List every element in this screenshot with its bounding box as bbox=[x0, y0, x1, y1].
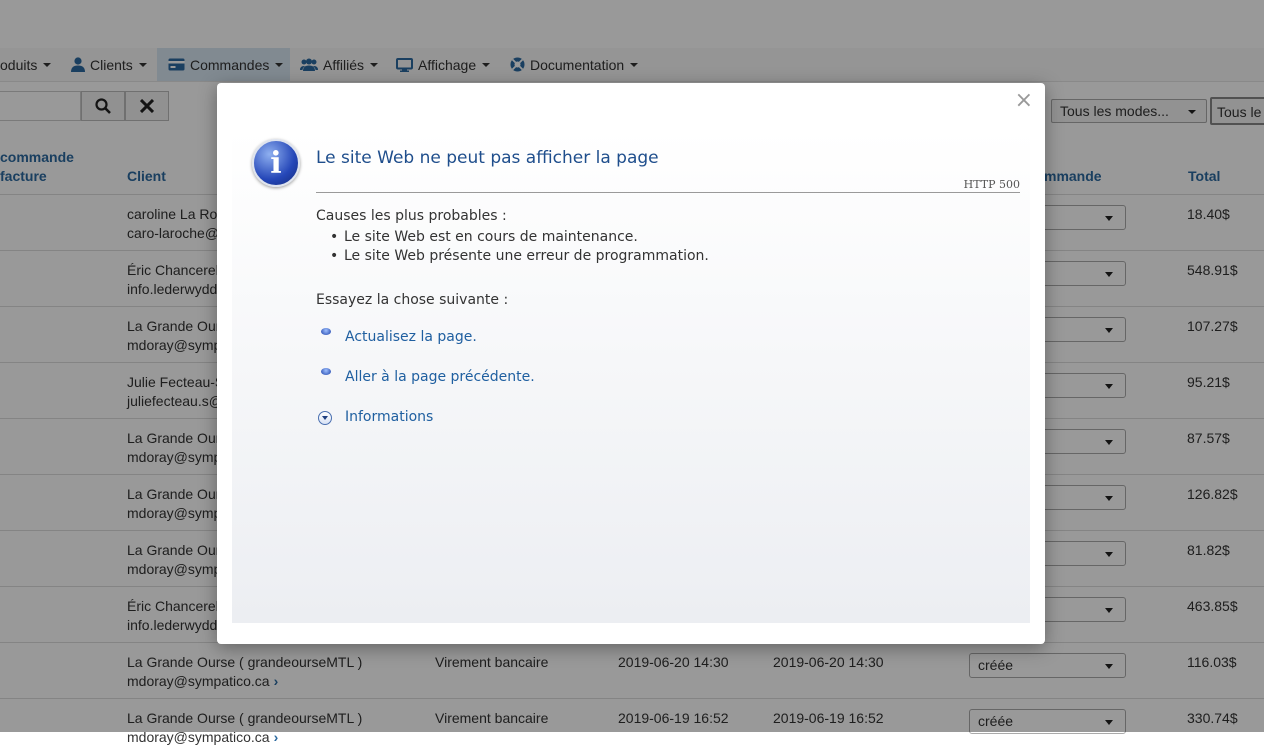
http-status-code: HTTP 500 bbox=[963, 178, 1020, 191]
cause-item: Le site Web est en cours de maintenance. bbox=[330, 229, 638, 245]
refresh-page-link[interactable]: Actualisez la page. bbox=[345, 329, 477, 345]
title-divider bbox=[316, 192, 1020, 193]
error-dialog: × i Le site Web ne peut pas afficher la … bbox=[217, 83, 1045, 644]
cause-item: Le site Web présente une erreur de progr… bbox=[330, 248, 709, 264]
try-heading: Essayez la chose suivante : bbox=[316, 292, 509, 308]
error-page-frame: i Le site Web ne peut pas afficher la pa… bbox=[232, 130, 1030, 623]
bullet-icon bbox=[321, 328, 331, 335]
causes-heading: Causes les plus probables : bbox=[316, 208, 507, 224]
previous-page-link[interactable]: Aller à la page précédente. bbox=[345, 369, 535, 385]
close-icon[interactable]: × bbox=[1015, 89, 1033, 113]
info-icon: i bbox=[252, 139, 300, 187]
expand-icon[interactable] bbox=[318, 411, 332, 425]
bullet-icon bbox=[321, 368, 331, 375]
more-information-link[interactable]: Informations bbox=[345, 409, 433, 425]
error-title: Le site Web ne peut pas afficher la page bbox=[316, 148, 659, 168]
